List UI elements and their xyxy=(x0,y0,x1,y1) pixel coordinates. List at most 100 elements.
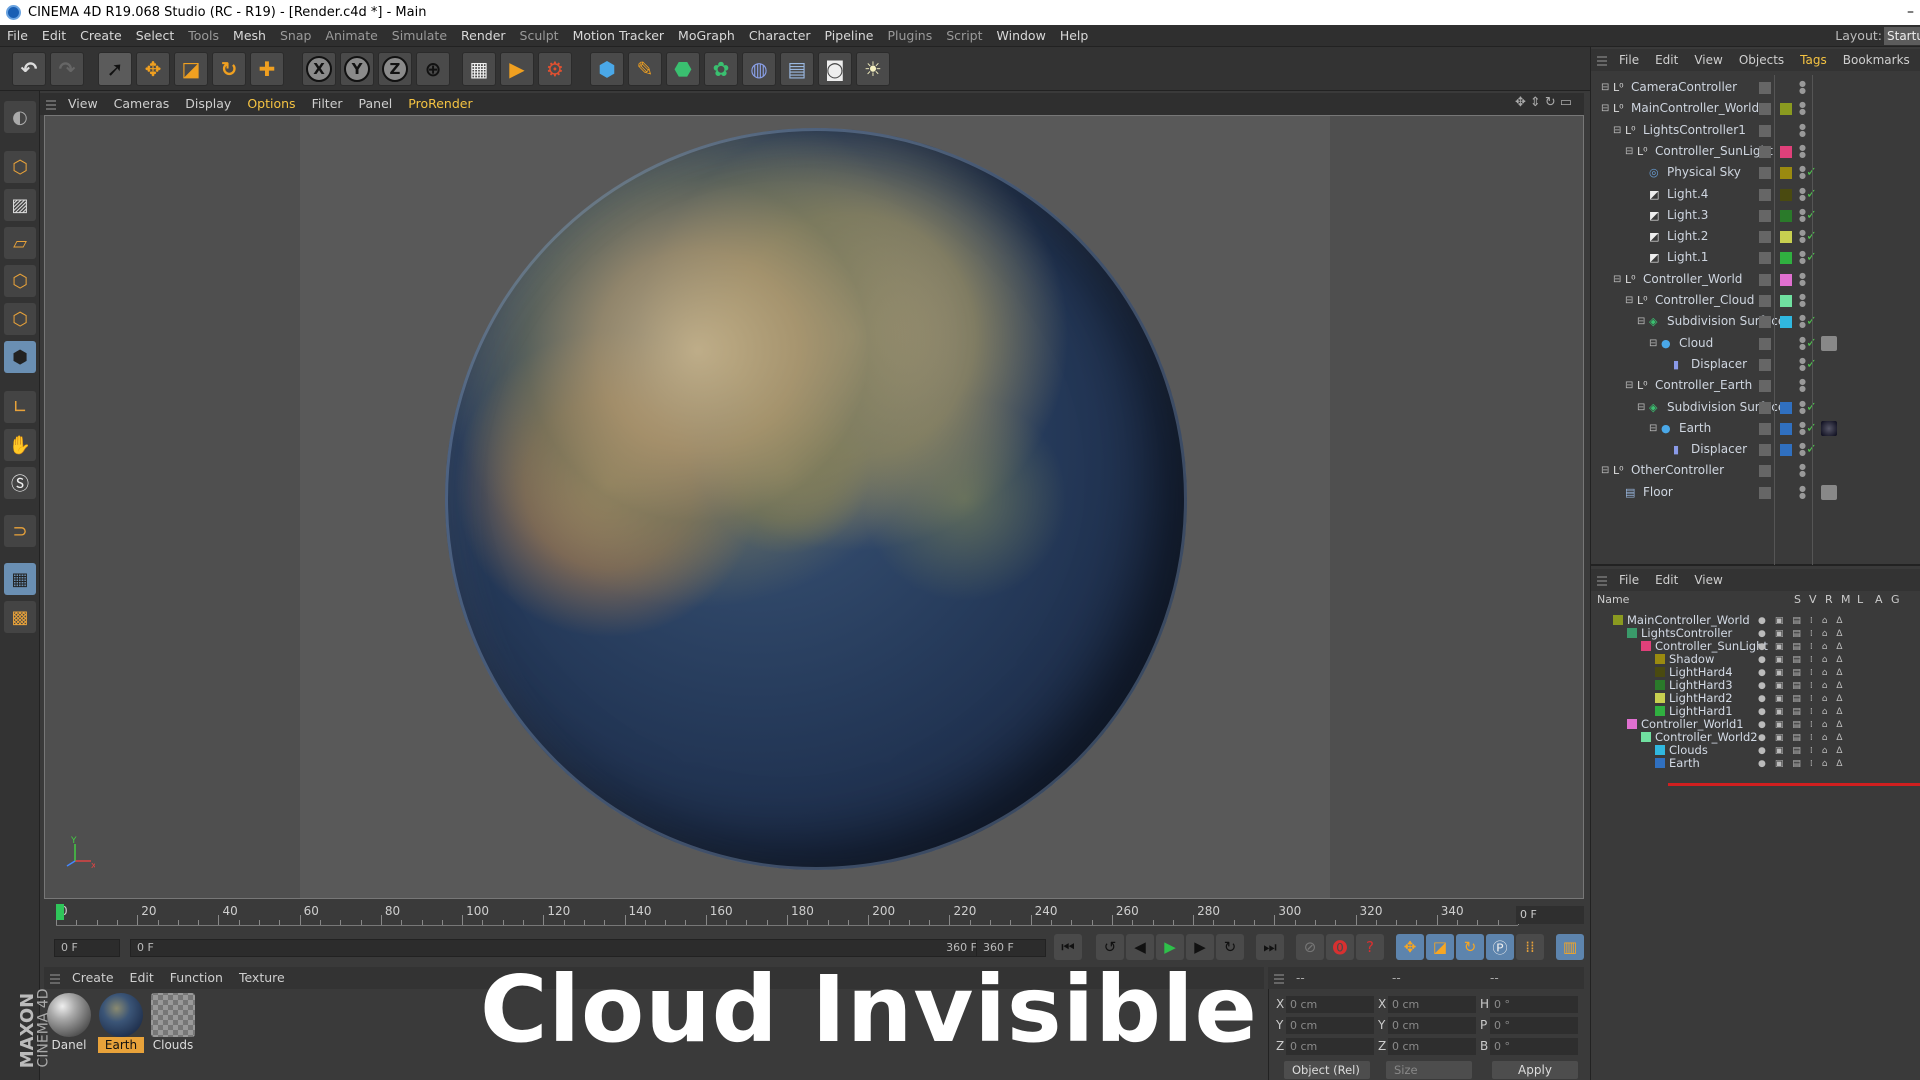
object-name[interactable]: Cloud xyxy=(1679,333,1713,354)
object-name[interactable]: Controller_SunLight xyxy=(1655,141,1773,162)
layer-color-swatch[interactable] xyxy=(1780,401,1792,414)
material-grip[interactable] xyxy=(50,972,60,984)
expand-toggle-icon[interactable]: ⊟ xyxy=(1637,311,1645,332)
visibility-dots-icon[interactable]: ● ● xyxy=(1799,207,1806,222)
end-frame-field[interactable]: 360 F xyxy=(976,939,1046,957)
texture-mode-icon[interactable]: ▨ xyxy=(4,189,36,221)
object-name[interactable]: Displacer xyxy=(1691,439,1747,460)
model-mode-icon[interactable]: ⬡ xyxy=(4,151,36,183)
object-name[interactable]: LightsController1 xyxy=(1643,120,1746,141)
spline-pen-icon[interactable]: ✎ xyxy=(628,52,662,86)
material-tag-icon[interactable] xyxy=(1821,420,1837,436)
visibility-dots-icon[interactable]: ● ● xyxy=(1799,399,1806,414)
coord-value-field[interactable]: 0 cm xyxy=(1286,1038,1374,1055)
start-frame-field[interactable]: 0 F xyxy=(54,939,120,957)
layer-row[interactable]: Earth ●▣▤⁞⌂∆ xyxy=(1591,755,1920,771)
object-name[interactable]: Controller_World xyxy=(1643,269,1742,290)
object-row[interactable]: ⊟ L⁰ Controller_Cloud ● ● xyxy=(1591,290,1920,311)
snap-icon[interactable]: Ⓢ xyxy=(4,467,36,499)
coord-value-field[interactable]: 0 cm xyxy=(1388,1038,1476,1055)
object-manager-grip[interactable] xyxy=(1597,54,1607,66)
expand-toggle-icon[interactable]: ⊟ xyxy=(1613,120,1621,141)
layer-color-swatch[interactable] xyxy=(1627,628,1637,638)
obj-menu-file[interactable]: File xyxy=(1611,49,1647,71)
obj-menu-edit[interactable]: Edit xyxy=(1647,49,1686,71)
material-clouds[interactable]: Clouds xyxy=(150,993,196,1053)
object-name[interactable]: Controller_Earth xyxy=(1655,375,1752,396)
record-point-level-icon[interactable]: ⁞⁞ xyxy=(1516,934,1544,960)
visibility-dots-icon[interactable]: ● ● xyxy=(1799,165,1806,180)
menu-mesh[interactable]: Mesh xyxy=(226,25,273,47)
rotate-icon[interactable]: ↻ xyxy=(212,52,246,86)
light-icon[interactable]: ☀ xyxy=(856,52,890,86)
expand-toggle-icon[interactable]: ⊟ xyxy=(1625,290,1633,311)
timeline-window-icon[interactable]: ▥ xyxy=(1556,934,1584,960)
object-row[interactable]: ◩Light.2●●✓ xyxy=(1591,226,1920,247)
expand-toggle-icon[interactable]: ⊟ xyxy=(1601,460,1609,481)
expand-toggle-icon[interactable]: ⊟ xyxy=(1649,333,1657,354)
viewport-menu-prorender[interactable]: ProRender xyxy=(400,93,480,115)
expand-toggle-icon[interactable]: ⊟ xyxy=(1613,269,1621,290)
object-name[interactable]: OtherController xyxy=(1631,460,1724,481)
menu-script[interactable]: Script xyxy=(939,25,989,47)
visibility-dots-icon[interactable]: ● ● xyxy=(1799,229,1806,244)
y-axis-icon[interactable]: Y xyxy=(340,52,374,86)
object-name[interactable]: CameraController xyxy=(1631,77,1737,98)
undo-icon[interactable]: ↶ xyxy=(12,52,46,86)
layer-color-swatch[interactable] xyxy=(1780,125,1792,137)
expand-toggle-icon[interactable]: ⊟ xyxy=(1625,375,1633,396)
visibility-dots-icon[interactable]: ● ● xyxy=(1799,335,1806,350)
coordinate-mode-dropdown[interactable]: Object (Rel) xyxy=(1284,1061,1370,1079)
object-name[interactable]: Light.4 xyxy=(1667,184,1708,205)
layer-color-swatch[interactable] xyxy=(1780,209,1792,222)
coord-value-field[interactable]: 0 cm xyxy=(1286,996,1374,1013)
object-row[interactable]: ⊟ L⁰ LightsController1 ● ● xyxy=(1591,120,1920,141)
menu-tools[interactable]: Tools xyxy=(181,25,226,47)
coord-value-field[interactable]: 0 ° xyxy=(1490,996,1578,1013)
record-parameter-icon[interactable]: Ⓟ xyxy=(1486,934,1514,960)
render-settings-icon[interactable]: ⚙ xyxy=(538,52,572,86)
layer-tag-icon[interactable] xyxy=(1759,358,1771,371)
menu-edit[interactable]: Edit xyxy=(35,25,73,47)
expand-toggle-icon[interactable]: ⊟ xyxy=(1649,418,1657,439)
layer-color-swatch[interactable] xyxy=(1780,380,1792,392)
layer-color-swatch[interactable] xyxy=(1655,745,1665,755)
visibility-dots-icon[interactable]: ● ● xyxy=(1799,378,1806,393)
redo-icon[interactable]: ↷ xyxy=(50,52,84,86)
layer-color-swatch[interactable] xyxy=(1641,732,1651,742)
menu-create[interactable]: Create xyxy=(73,25,129,47)
layer-tag-icon[interactable] xyxy=(1759,124,1771,137)
viewport-nav-icons[interactable]: ✥⇕↻▭ xyxy=(1515,95,1576,110)
layer-tag-icon[interactable] xyxy=(1759,401,1771,414)
material-danel[interactable]: Danel xyxy=(46,993,92,1053)
obj-menu-tags[interactable]: Tags xyxy=(1792,49,1835,71)
x-axis-icon[interactable]: X xyxy=(302,52,336,86)
lock-workplane-icon[interactable]: ▦ xyxy=(4,563,36,595)
object-row[interactable]: ◩Light.1●●✓ xyxy=(1591,247,1920,268)
material-tag-icon[interactable] xyxy=(1821,335,1837,351)
object-name[interactable]: Earth xyxy=(1679,418,1711,439)
layer-tag-icon[interactable] xyxy=(1759,380,1771,393)
layer-color-swatch[interactable] xyxy=(1641,641,1651,651)
layer-color-swatch[interactable] xyxy=(1655,693,1665,703)
visibility-dots-icon[interactable]: ● ● xyxy=(1799,484,1806,499)
object-name[interactable]: Displacer xyxy=(1691,354,1747,375)
tweak-mode-icon[interactable]: ✋ xyxy=(4,429,36,461)
object-row[interactable]: ▤ Floor ● ● xyxy=(1591,482,1920,503)
viewport-menu-panel[interactable]: Panel xyxy=(351,93,401,115)
viewport-menu-display[interactable]: Display xyxy=(177,93,239,115)
layer-tag-icon[interactable] xyxy=(1759,316,1771,329)
object-name[interactable]: Physical Sky xyxy=(1667,162,1741,183)
record-position-icon[interactable]: ✥ xyxy=(1396,934,1424,960)
tag-column-divider[interactable] xyxy=(1812,75,1813,565)
obj-menu-bookmarks[interactable]: Bookmarks xyxy=(1835,49,1918,71)
expand-toggle-icon[interactable]: ⊟ xyxy=(1601,98,1609,119)
record-scale-icon[interactable]: ◪ xyxy=(1426,934,1454,960)
layer-color-swatch[interactable] xyxy=(1780,465,1792,477)
record-active-objects-icon[interactable]: ⓿ xyxy=(1326,934,1354,960)
object-row[interactable]: ⊟ L⁰ OtherController ● ● xyxy=(1591,460,1920,481)
layer-tag-icon[interactable] xyxy=(1759,465,1771,478)
visibility-dots-icon[interactable]: ● ● xyxy=(1799,271,1806,286)
menu-render[interactable]: Render xyxy=(454,25,513,47)
layer-tag-icon[interactable] xyxy=(1759,444,1771,457)
